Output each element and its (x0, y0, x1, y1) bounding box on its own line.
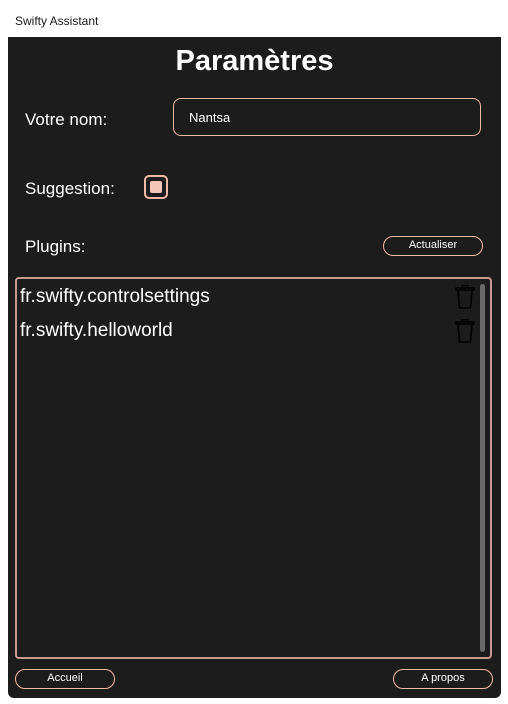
plugin-name: fr.swifty.helloworld (20, 320, 173, 341)
trash-icon[interactable] (455, 319, 475, 343)
name-input[interactable] (173, 98, 481, 136)
suggestion-label: Suggestion: (25, 179, 115, 198)
checkbox-check-indicator (150, 181, 162, 193)
plugin-name: fr.swifty.controlsettings (20, 286, 210, 307)
plugin-list: fr.swifty.controlsettings fr.swifty.hell… (15, 277, 492, 659)
title-bar: Swifty Assistant (0, 0, 508, 37)
home-button[interactable]: Accueil (15, 669, 115, 689)
about-button[interactable]: A propos (393, 669, 493, 689)
name-label: Votre nom: (25, 110, 108, 129)
plugins-label: Plugins: (25, 237, 86, 256)
settings-window: Paramètres Votre nom: Suggestion: Plugin… (8, 37, 501, 698)
trash-icon[interactable] (455, 285, 475, 309)
window-title: Swifty Assistant (15, 14, 99, 28)
refresh-button[interactable]: Actualiser (383, 236, 483, 256)
scrollbar[interactable] (480, 284, 485, 652)
page-title: Paramètres (175, 45, 334, 77)
plugin-list-item: fr.swifty.controlsettings (20, 283, 475, 311)
plugin-list-item: fr.swifty.helloworld (20, 317, 475, 345)
suggestion-checkbox[interactable] (144, 175, 168, 199)
